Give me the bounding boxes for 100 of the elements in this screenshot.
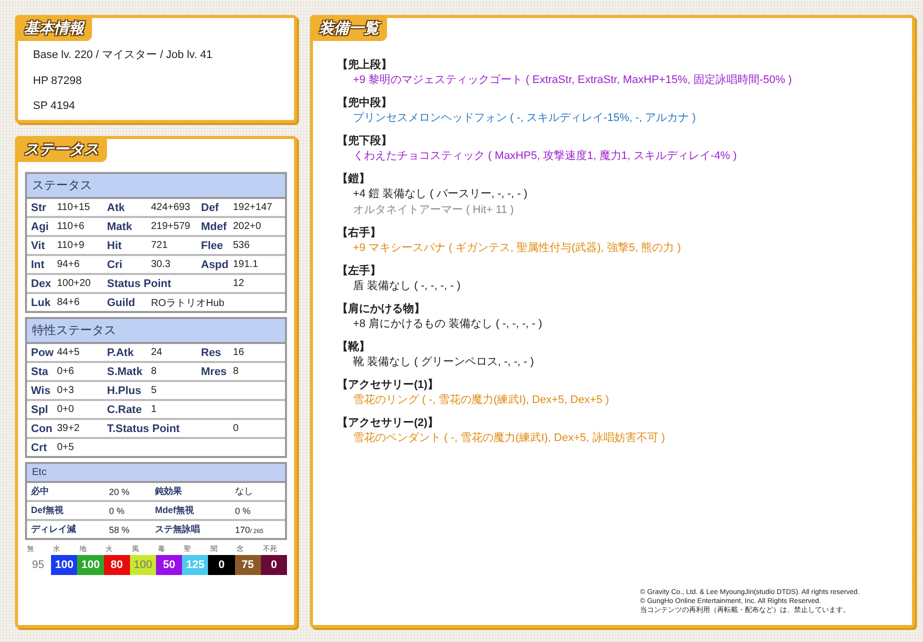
stat-label: ステ無詠唱: [155, 523, 201, 536]
slot-label: 【鎧】: [337, 172, 371, 186]
stat-label: Aspd: [201, 258, 230, 270]
panel-title: ステータス: [18, 139, 107, 162]
stat-value: 16: [233, 347, 246, 358]
element-value: 50: [156, 555, 182, 575]
stat-label: Mdef: [201, 220, 228, 232]
stat-label: Atk: [107, 202, 126, 214]
stat-label: Crt: [31, 442, 48, 454]
stat-label: Hit: [107, 240, 123, 252]
slot-label: 【右手】: [337, 226, 382, 240]
stat-label: Mdef無視: [155, 504, 195, 517]
stat-label: Sta: [31, 366, 50, 378]
stat-label: 必中: [31, 485, 50, 498]
stat-label: Status Point: [107, 278, 172, 290]
info-text: HP 87298: [33, 75, 83, 87]
stat-value: 0+0: [57, 404, 75, 415]
stat-value: 0 %: [109, 506, 125, 516]
element-value: 100: [130, 555, 156, 575]
stat-value: 192+147: [233, 202, 274, 213]
stat-value: 5: [151, 385, 158, 396]
stat-label: Res: [201, 346, 222, 358]
stat-value: 0+6: [57, 366, 75, 377]
equipment-item: 雪花のリング ( -, 雪花の魔力(練武I), Dex+5, Dex+5 ): [352, 392, 610, 408]
slot-label: 【肩にかける物】: [337, 302, 426, 316]
stat-value: 12: [233, 278, 246, 289]
slot-label: 【兜中段】: [337, 96, 393, 110]
equipment-item: +9 マキシースパナ ( ギガンテス, 聖属性付与(武器), 強撃5, 熊の力 ): [352, 241, 682, 256]
equipment-item: +9 黎明のマジェスティックゴート ( ExtraStr, ExtraStr, MaxHP+15%, 固定詠唱時間-50% ): [352, 72, 793, 88]
stat-label: Pow: [31, 346, 55, 358]
stat-value: 219+579: [151, 221, 192, 232]
stat-label: Matk: [107, 220, 134, 232]
equipment-item: +4 鎧 装備なし ( バースリー, -, -, - ): [352, 187, 528, 202]
stat-label: Guild: [107, 296, 136, 308]
stat-value: 20 %: [109, 486, 130, 496]
table-heading: Etc: [27, 464, 285, 483]
equipment-item: 盾 装備なし ( -, -, -, - ): [352, 279, 462, 294]
stat-value: 191.1: [233, 259, 260, 270]
table-heading: ステータス: [27, 174, 285, 199]
stat-value: 8: [233, 366, 240, 377]
slot-label: 【アクセサリー(1)】: [337, 378, 440, 392]
slot-label: 【左手】: [337, 264, 382, 278]
stat-value: 30.3: [151, 259, 172, 270]
stat-value: 110+6: [57, 221, 86, 232]
stat-value: 24: [151, 347, 164, 358]
slot-label: 【靴】: [337, 340, 371, 354]
stat-value: 110+9: [57, 240, 86, 251]
panel-title: 装備一覧: [313, 18, 387, 41]
stat-label: T.Status Point: [107, 422, 181, 434]
stat-value: 58 %: [109, 524, 130, 534]
stat-label: Cri: [107, 258, 124, 270]
stat-label: Int: [31, 258, 46, 270]
equipment-item: プリンセスメロンヘッドフォン ( -, スキルディレイ-15%, -, アルカナ ): [352, 110, 697, 126]
stat-label: S.Matk: [107, 366, 144, 378]
stat-value: 0+5: [57, 442, 75, 453]
stat-value: 1: [151, 404, 158, 415]
stat-label: Dex: [31, 278, 52, 290]
slot-label: 【兜上段】: [337, 58, 393, 72]
stat-value: 39+2: [57, 423, 81, 434]
stat-label: Spl: [31, 404, 50, 416]
equipment-item: くわえたチョコスティック ( MaxHP5, 攻撃速度1, 魔力1, スキルディレイ-4% ): [352, 148, 738, 164]
stat-label: Str: [31, 202, 48, 214]
element-value: 75: [234, 555, 261, 575]
stat-label: Luk: [31, 296, 52, 308]
equipment-item: オルタネイトアーマー ( Hit+ 11 ): [352, 203, 515, 218]
equipment-item: 靴 装備なし ( グリーンペロス, -, -, - ): [352, 355, 535, 370]
stat-value: 202+0: [233, 221, 262, 232]
stat-value: 94+6: [57, 259, 81, 270]
stat-value: ROラトリオHub: [151, 296, 226, 310]
table-heading: 特性ステータス: [27, 319, 285, 344]
panel-title: 基本情報: [18, 18, 92, 41]
stat-label: Con: [31, 422, 54, 434]
element-value: 0: [208, 555, 235, 575]
stat-label: ディレイ減: [31, 523, 77, 536]
stat-label: C.Rate: [107, 404, 143, 416]
stat-value: 110+15: [57, 202, 91, 213]
element-value: 80: [104, 555, 130, 575]
stat-label: Def: [201, 202, 220, 214]
element-value: 0: [260, 555, 288, 575]
slot-label: 【兜下段】: [337, 134, 393, 148]
info-text: SP 4194: [33, 100, 76, 112]
stat-label: Wis: [31, 384, 52, 396]
equipment-item: +8 肩にかけるもの 装備なし ( -, -, -, - ): [352, 316, 544, 332]
info-text: Base lv. 220 / マイスター / Job lv. 41: [33, 48, 214, 62]
stat-label: H.Plus: [107, 384, 142, 396]
element-value: 100: [77, 555, 104, 575]
element-value: 100: [51, 555, 78, 575]
stat-value: 0: [233, 423, 240, 434]
stat-value: 84+6: [57, 297, 81, 308]
stat-value: 424+693: [151, 202, 192, 213]
stat-value: なし: [235, 486, 253, 496]
stat-label: Def無視: [31, 504, 65, 517]
element-value: 125: [182, 555, 208, 575]
stat-label: P.Atk: [107, 346, 135, 358]
stat-value: 170: [235, 524, 250, 534]
stat-value: 100+20: [57, 278, 92, 289]
stat-label: Mres: [201, 366, 228, 378]
stat-value: 536: [233, 240, 251, 251]
stat-label: 鈍効果: [155, 485, 183, 498]
stat-label: Flee: [201, 240, 224, 252]
